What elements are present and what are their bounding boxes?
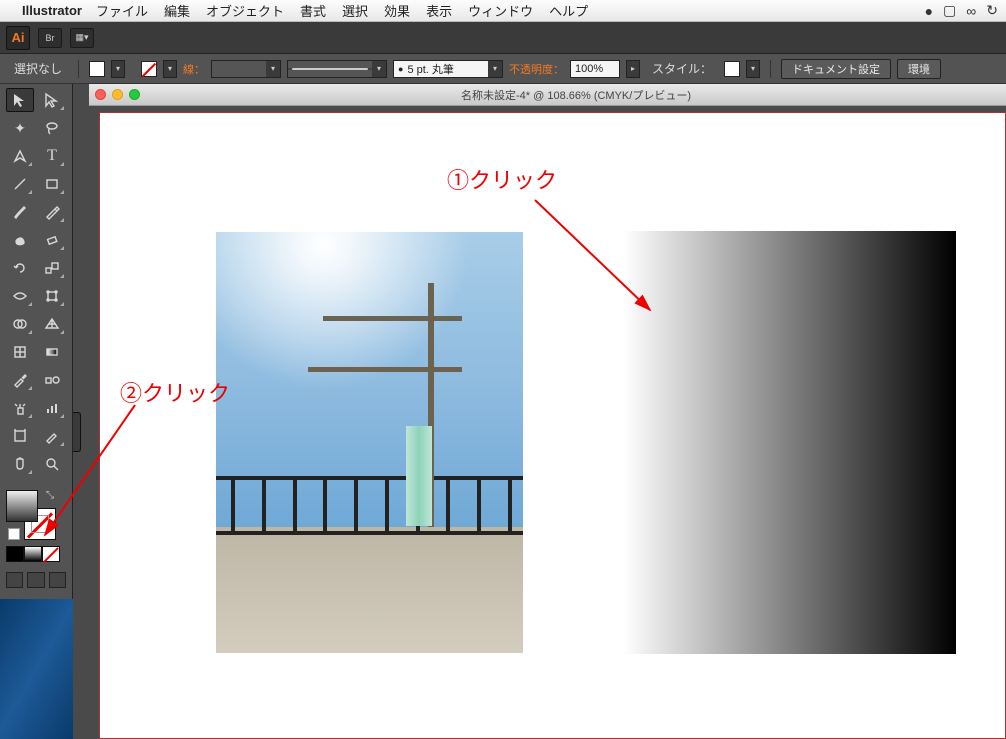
menu-object[interactable]: オブジェクト <box>206 1 284 20</box>
stroke-dropdown[interactable]: ▾ <box>163 60 177 78</box>
document-title: 名称未設定-4* @ 108.66% (CMYK/プレビュー) <box>152 87 1000 103</box>
window-minimize-button[interactable] <box>112 89 123 100</box>
draw-behind[interactable] <box>27 572 44 588</box>
blend-tool[interactable] <box>38 368 66 392</box>
stroke-weight-field[interactable]: ▾ <box>211 60 281 78</box>
dock-preview <box>0 599 73 739</box>
style-dropdown[interactable]: ▾ <box>746 60 760 78</box>
selection-tool[interactable] <box>6 88 34 112</box>
status-dot-icon: ● <box>925 3 933 19</box>
color-mode-solid[interactable] <box>6 546 24 562</box>
stroke-label: 線： <box>183 61 205 77</box>
sync-icon[interactable]: ↻ <box>986 2 998 19</box>
control-bar: 選択なし ▾ ▾ 線： ▾ ▾ ●5 pt. 丸筆▾ 不透明度： 100% ▸ … <box>0 54 1006 84</box>
app-logo-icon: Ai <box>6 26 30 50</box>
menu-effect[interactable]: 効果 <box>384 1 410 20</box>
fill-dropdown[interactable]: ▾ <box>111 60 125 78</box>
fill-swatch[interactable] <box>89 61 105 77</box>
screen-mode-bar <box>6 572 66 588</box>
scale-tool[interactable] <box>38 256 66 280</box>
selection-status: 選択なし <box>8 60 68 77</box>
window-close-button[interactable] <box>95 89 106 100</box>
symbol-sprayer-tool[interactable] <box>6 396 34 420</box>
free-transform-tool[interactable] <box>38 284 66 308</box>
mac-menubar: Illustrator ファイル 編集 オブジェクト 書式 選択 効果 表示 ウ… <box>0 0 1006 22</box>
opacity-dropdown[interactable]: ▸ <box>626 60 640 78</box>
menu-type[interactable]: 書式 <box>300 1 326 20</box>
direct-selection-tool[interactable] <box>38 88 66 112</box>
menu-file[interactable]: ファイル <box>96 1 148 20</box>
shape-builder-tool[interactable] <box>6 312 34 336</box>
pencil-tool[interactable] <box>38 200 66 224</box>
artboard-tool[interactable] <box>6 424 34 448</box>
pen-tool[interactable] <box>6 144 34 168</box>
menu-view[interactable]: 表示 <box>426 1 452 20</box>
perspective-tool[interactable] <box>38 312 66 336</box>
photo-ground <box>216 527 523 653</box>
default-fill-stroke-icon[interactable] <box>8 528 20 540</box>
photo-arm1 <box>323 316 461 321</box>
opacity-field[interactable]: 100% <box>570 60 620 78</box>
photo-arm2 <box>308 367 462 372</box>
app-bar: Ai Br ▦▾ <box>0 22 1006 54</box>
bridge-button[interactable]: Br <box>38 28 62 48</box>
annotation-1-arrow <box>530 195 670 328</box>
blob-brush-tool[interactable] <box>6 228 34 252</box>
preferences-button[interactable]: 環境 <box>897 59 941 79</box>
type-tool[interactable]: T <box>38 144 66 168</box>
gradient-tool[interactable] <box>38 340 66 364</box>
hand-tool[interactable] <box>6 452 34 476</box>
eyedropper-tool[interactable] <box>6 368 34 392</box>
menu-select[interactable]: 選択 <box>342 1 368 20</box>
paintbrush-tool[interactable] <box>6 200 34 224</box>
photo-railing <box>216 476 523 535</box>
rectangle-tool[interactable] <box>38 172 66 196</box>
arrange-documents-button[interactable]: ▦▾ <box>70 28 94 48</box>
stroke-swatch[interactable] <box>141 61 157 77</box>
draw-inside[interactable] <box>49 572 66 588</box>
variable-width-field[interactable]: ▾ <box>287 60 387 78</box>
menu-edit[interactable]: 編集 <box>164 1 190 20</box>
app-menu[interactable]: Illustrator <box>22 3 82 18</box>
annotation-1: ①クリック <box>447 163 557 195</box>
line-tool[interactable] <box>6 172 34 196</box>
creative-cloud-icon[interactable]: ∞ <box>966 3 976 19</box>
style-swatch[interactable] <box>724 61 740 77</box>
window-zoom-button[interactable] <box>129 89 140 100</box>
status-box-icon: ▢ <box>943 2 956 19</box>
style-label: スタイル： <box>646 60 718 77</box>
eraser-tool[interactable] <box>38 228 66 252</box>
magic-wand-tool[interactable]: ✦ <box>6 116 34 140</box>
menu-help[interactable]: ヘルプ <box>549 1 588 20</box>
document-titlebar: 名称未設定-4* @ 108.66% (CMYK/プレビュー) <box>89 84 1006 106</box>
brush-field[interactable]: ●5 pt. 丸筆▾ <box>393 60 503 78</box>
fill-color-swatch[interactable] <box>6 490 38 522</box>
opacity-label: 不透明度： <box>509 61 564 77</box>
placed-image[interactable] <box>216 232 523 653</box>
draw-normal[interactable] <box>6 572 23 588</box>
photo-towel <box>406 426 432 526</box>
menu-window[interactable]: ウィンドウ <box>468 1 533 20</box>
mesh-tool[interactable] <box>6 340 34 364</box>
annotation-2-arrow <box>35 400 155 553</box>
brush-label: 5 pt. 丸筆 <box>407 61 453 77</box>
lasso-tool[interactable] <box>38 116 66 140</box>
width-tool[interactable] <box>6 284 34 308</box>
rotate-tool[interactable] <box>6 256 34 280</box>
document-setup-button[interactable]: ドキュメント設定 <box>781 59 891 79</box>
